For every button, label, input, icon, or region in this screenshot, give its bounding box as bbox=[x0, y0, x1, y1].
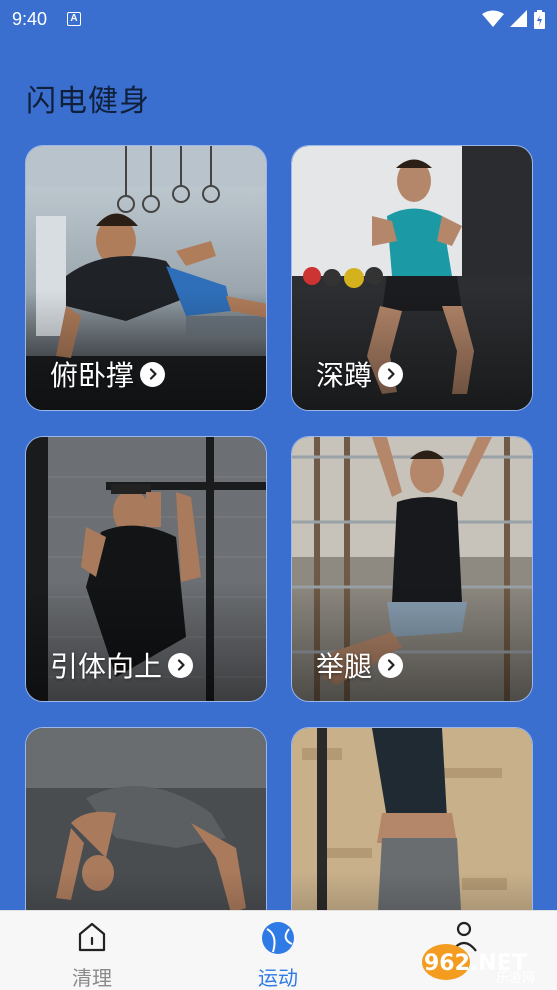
exercise-card-pullup[interactable]: 引体向上 bbox=[25, 436, 267, 702]
chevron-right-icon bbox=[378, 652, 404, 678]
ball-icon bbox=[262, 922, 294, 954]
exercise-label: 引体向上 bbox=[50, 645, 194, 685]
notification-icon: A bbox=[67, 12, 82, 26]
home-icon bbox=[78, 922, 106, 952]
exercise-name: 俯卧撑 bbox=[50, 359, 135, 392]
status-bar: 9:40 A bbox=[0, 0, 557, 38]
wifi-icon bbox=[482, 10, 504, 27]
exercise-label: 举腿 bbox=[316, 645, 404, 685]
exercise-label: 深蹲 bbox=[316, 354, 404, 394]
exercise-name: 深蹲 bbox=[316, 359, 373, 392]
watermark-logo: 962.NET 乐游网 bbox=[422, 944, 535, 986]
tab-label: 清理 bbox=[72, 966, 112, 990]
watermark-subtext: 乐游网 bbox=[496, 971, 535, 986]
tab-sports[interactable]: 运动 bbox=[218, 911, 338, 990]
status-icons bbox=[482, 9, 545, 29]
exercise-label: 俯卧撑 bbox=[50, 354, 166, 394]
chevron-right-icon bbox=[140, 361, 166, 387]
exercise-card-pushup[interactable]: 俯卧撑 bbox=[25, 145, 267, 411]
exercise-card-squat[interactable]: 深蹲 bbox=[291, 145, 533, 411]
status-time: 9:40 bbox=[12, 8, 48, 29]
page-title: 闪电健身 bbox=[26, 84, 150, 119]
signal-icon bbox=[510, 10, 527, 27]
exercise-card-leg-raise[interactable]: 举腿 bbox=[291, 436, 533, 702]
battery-icon bbox=[534, 9, 545, 29]
exercise-name: 举腿 bbox=[316, 650, 373, 683]
chevron-right-icon bbox=[168, 652, 194, 678]
tab-label: 运动 bbox=[258, 966, 298, 990]
exercise-name: 引体向上 bbox=[50, 650, 163, 683]
tab-clean[interactable]: 清理 bbox=[32, 911, 152, 990]
chevron-right-icon bbox=[378, 361, 404, 387]
